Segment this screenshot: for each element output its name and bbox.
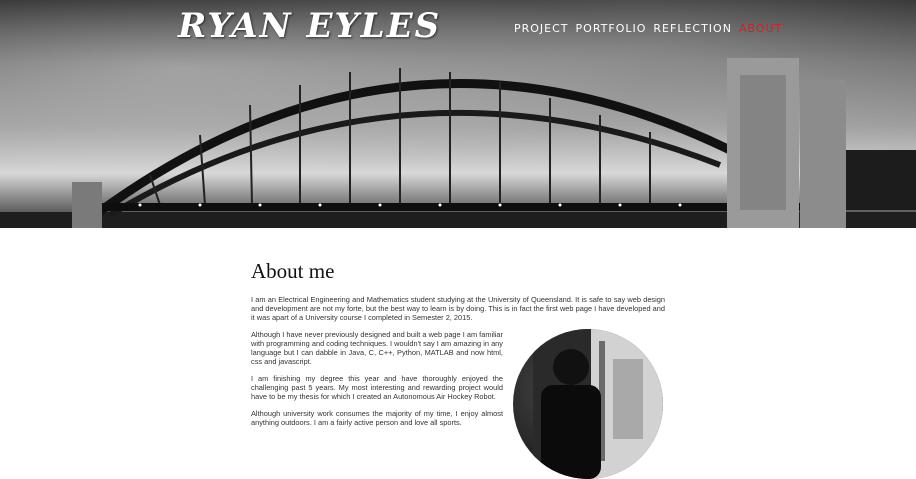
paragraph-experience: Although I have never previously designe… xyxy=(251,330,503,366)
nav-about[interactable]: ABOUT xyxy=(739,22,782,35)
site-logo[interactable]: RYAN EYLES xyxy=(178,6,441,46)
paragraph-degree: I am finishing my degree this year and h… xyxy=(251,374,503,401)
profile-photo xyxy=(513,329,663,479)
header-banner: RYAN EYLES PROJECT PORTFOLIO REFLECTION … xyxy=(0,0,916,228)
nav-reflection[interactable]: REFLECTION xyxy=(653,22,732,35)
intro-paragraph: I am an Electrical Engineering and Mathe… xyxy=(251,295,665,322)
paragraph-hobbies: Although university work consumes the ma… xyxy=(251,409,503,427)
about-text-column: Although I have never previously designe… xyxy=(251,330,503,479)
profile-photo-image xyxy=(533,329,663,479)
nav-portfolio[interactable]: PORTFOLIO xyxy=(576,22,647,35)
main-nav: PROJECT PORTFOLIO REFLECTION ABOUT xyxy=(514,22,782,35)
about-section: Although I have never previously designe… xyxy=(251,329,665,479)
page-title: About me xyxy=(251,259,335,283)
nav-project[interactable]: PROJECT xyxy=(514,22,569,35)
about-content: About me I am an Electrical Engineering … xyxy=(251,258,665,479)
